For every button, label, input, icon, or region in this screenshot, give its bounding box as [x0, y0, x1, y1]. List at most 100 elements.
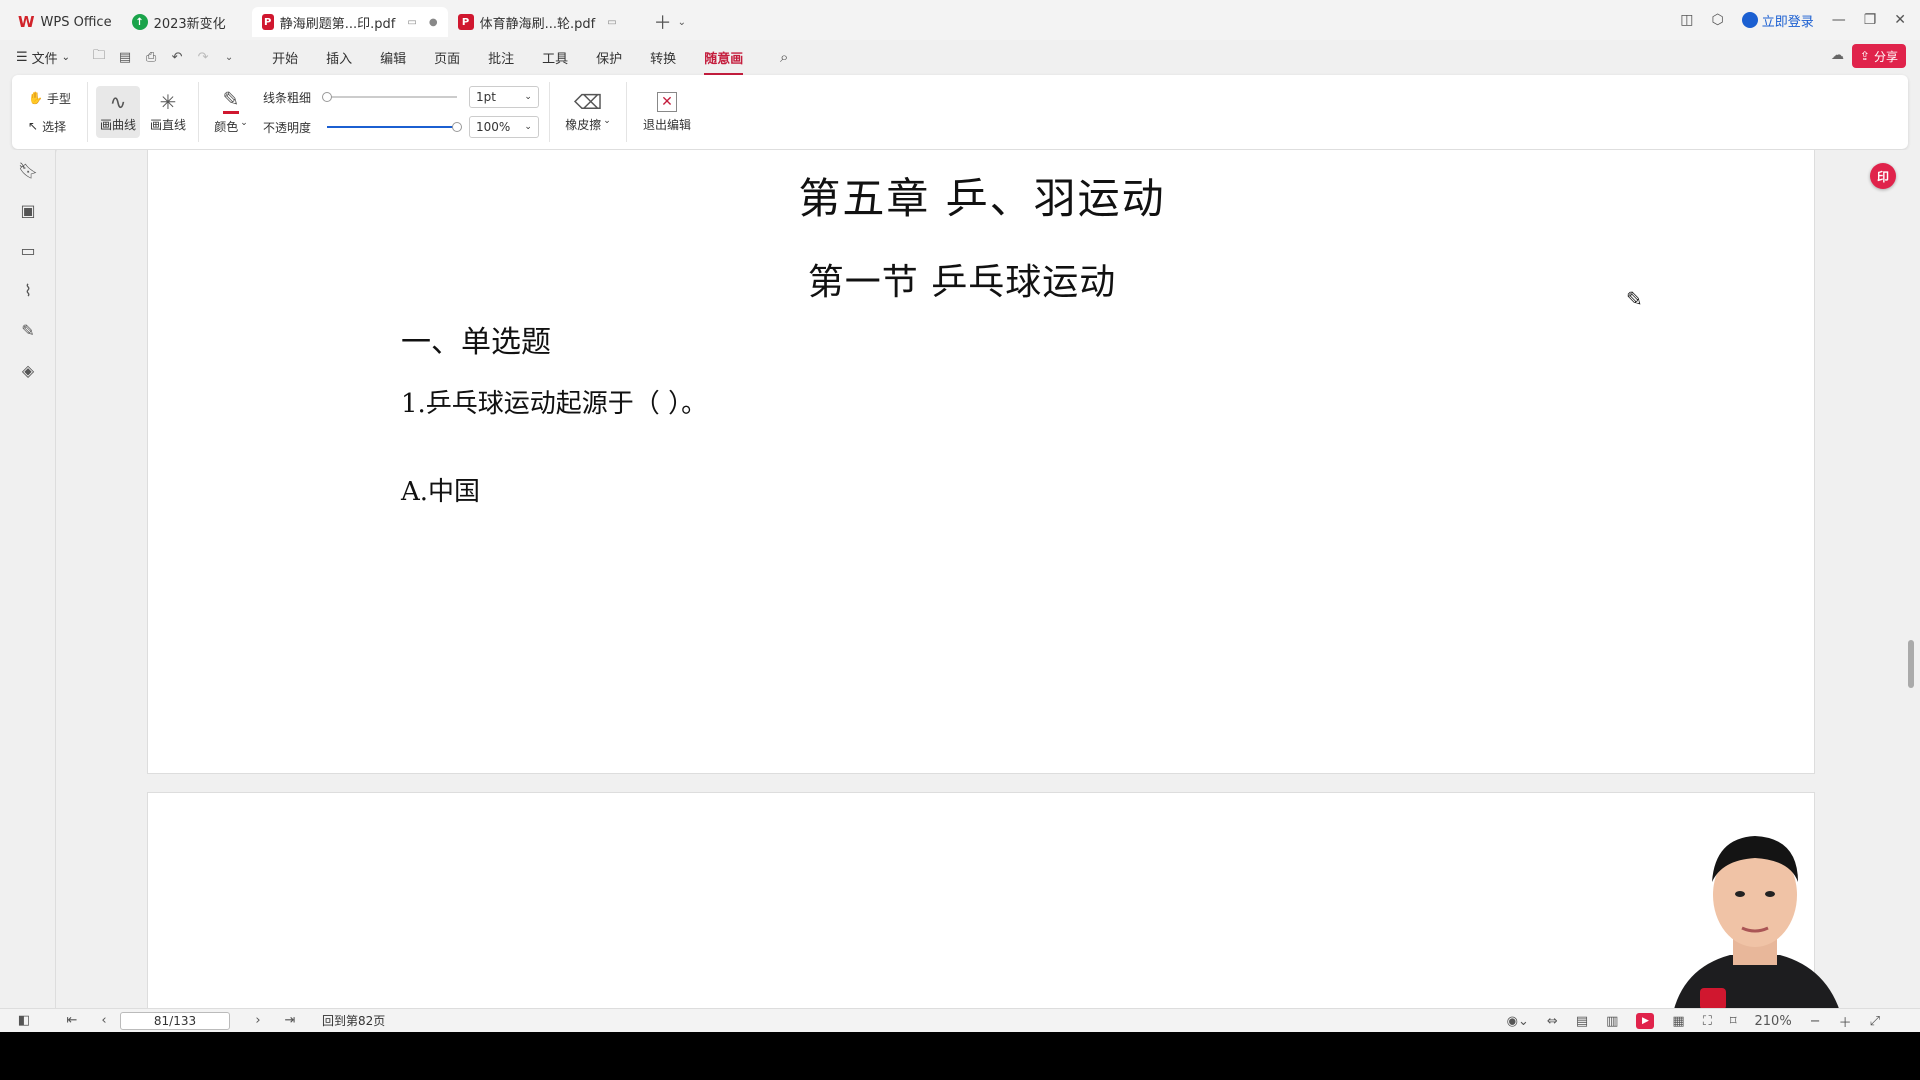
layout-icon[interactable]: ◫ — [1680, 12, 1693, 28]
draw-line-button[interactable]: ✳ 画直线 — [146, 86, 190, 138]
left-sidebar: 🔖︎ ▣ ▭ ⌇ ✎ ◈ — [0, 150, 56, 1010]
presenter-figure — [1670, 836, 1845, 1032]
line-width-select[interactable]: 1pt ⌄ — [468, 86, 539, 108]
cube-icon[interactable]: ⬡ — [1711, 12, 1723, 28]
menu-tab-tools[interactable]: 工具 — [542, 44, 568, 71]
page-number-input[interactable]: 81/133 — [120, 1011, 230, 1030]
exit-box-icon: ✕ — [656, 91, 677, 112]
wps-window: W WPS Office ↑ 2023新变化 P 静海刷题第...印.pdf ▭… — [0, 0, 1920, 1032]
fit-page-icon[interactable]: ⛶ — [1703, 1014, 1712, 1029]
last-page-icon[interactable]: ⇥ — [274, 1013, 306, 1028]
line-width-knob[interactable] — [321, 92, 332, 102]
zoom-level[interactable]: 210% — [1755, 1014, 1792, 1029]
folder-icon[interactable]: 🗀 — [90, 48, 108, 66]
fullscreen-icon[interactable]: ⤢ — [1870, 1014, 1880, 1029]
pdf-page-next — [147, 792, 1815, 1010]
eye-icon[interactable]: ◉⌄ — [1507, 1014, 1529, 1029]
exit-edit-label: 退出编辑 — [642, 117, 691, 132]
close-icon[interactable]: ✕ — [1894, 12, 1906, 28]
pen-color-icon: ✎ — [222, 89, 240, 114]
pdf-page: 第五章 乒、羽运动 第一节 乒乓球运动 一、单选题 1.乒乓球运动起源于（ ）。… — [147, 150, 1815, 774]
tab-wps-office[interactable]: W WPS Office — [8, 7, 122, 37]
draw-curve-button[interactable]: ∿ 画曲线 — [95, 86, 140, 138]
curve-icon: ∿ — [109, 89, 127, 114]
thumbnail-icon[interactable]: ▣ — [0, 190, 56, 230]
option-a: A.中国 — [401, 477, 481, 507]
user-icon — [1741, 12, 1758, 28]
tab-2023-changes[interactable]: ↑ 2023新变化 — [122, 7, 252, 37]
undo-icon[interactable]: ↶ — [168, 48, 186, 66]
hand-tool-button[interactable]: ✋ 手型 — [28, 86, 71, 110]
restore-icon[interactable]: ❐ — [1864, 12, 1877, 28]
toggle-sidebar-icon[interactable]: ◧ — [8, 1013, 40, 1028]
monitor-icon[interactable]: ▭ — [607, 17, 616, 28]
tab-pdf-active[interactable]: P 静海刷题第...印.pdf ▭ ● — [251, 7, 448, 37]
file-menu-label: 文件 — [31, 51, 58, 67]
floating-print-badge[interactable]: 印 — [1870, 163, 1896, 189]
vertical-scrollbar[interactable] — [1908, 640, 1914, 688]
login-button[interactable]: 立即登录 — [1741, 11, 1814, 30]
first-page-icon[interactable]: ⇤ — [56, 1013, 88, 1028]
print-icon[interactable]: ⎙ — [142, 48, 160, 66]
login-label: 立即登录 — [1761, 14, 1814, 30]
share-button[interactable]: ⇪ 分享 — [1851, 44, 1906, 68]
opacity-slider[interactable] — [326, 122, 462, 132]
menu-tab-page[interactable]: 页面 — [434, 44, 460, 71]
layers-icon[interactable]: ◈ — [0, 350, 56, 390]
single-page-icon[interactable]: ▤ — [1576, 1014, 1588, 1029]
redo-icon[interactable]: ↷ — [194, 48, 212, 66]
line-width-slider[interactable] — [321, 92, 457, 102]
menu-tab-start[interactable]: 开始 — [272, 44, 298, 71]
color-button[interactable]: ✎ 颜色 ⌄ — [209, 86, 253, 138]
exit-edit-button[interactable]: ✕ 退出编辑 — [635, 86, 699, 138]
opacity-select[interactable]: 100% ⌄ — [468, 116, 539, 138]
back-to-page-link[interactable]: 回到第82页 — [322, 1012, 385, 1029]
select-tool-button[interactable]: ↖ 选择 — [28, 114, 66, 138]
fit-width-icon[interactable]: ⇔ — [1547, 1014, 1558, 1029]
play-icon[interactable]: ▶ — [1636, 1013, 1655, 1029]
chevron-down-icon[interactable]: ⌄ — [678, 17, 686, 28]
bookmark-view-icon[interactable]: ⌑ — [1730, 1014, 1737, 1029]
prev-page-icon[interactable]: ‹ — [88, 1013, 120, 1028]
chevron-down-icon[interactable]: ⌄ — [220, 48, 238, 66]
unsaved-dot-icon[interactable]: ● — [429, 17, 438, 28]
chevron-down-icon: ⌄ — [524, 92, 532, 102]
menu-tab-protect[interactable]: 保护 — [596, 44, 622, 71]
menu-tab-insert[interactable]: 插入 — [326, 44, 352, 71]
two-page-icon[interactable]: ▥ — [1606, 1014, 1618, 1029]
next-page-icon[interactable]: › — [242, 1013, 274, 1028]
cloud-icon[interactable]: ☁ — [1831, 48, 1844, 63]
opacity-knob[interactable] — [451, 122, 462, 132]
zoom-in-icon[interactable]: ＋ — [1839, 1012, 1852, 1031]
comment-icon[interactable]: ▭ — [0, 230, 56, 270]
menu-tab-convert[interactable]: 转换 — [650, 44, 676, 71]
tab-label: 2023新变化 — [153, 16, 226, 32]
bookmark-icon[interactable]: 🔖︎ — [0, 150, 56, 190]
chevron-down-icon: ⌄ — [61, 51, 71, 63]
line-star-icon: ✳ — [159, 89, 177, 114]
cursor-mode-group: ✋ 手型 ↖ 选择 — [12, 82, 88, 142]
signature-icon[interactable]: ✎ — [0, 310, 56, 350]
save-icon[interactable]: ▤ — [116, 48, 134, 66]
eraser-button[interactable]: ⌫ 橡皮擦 ⌄ — [558, 86, 618, 138]
menu-tab-edit[interactable]: 编辑 — [380, 44, 406, 71]
pdf-icon: P — [261, 14, 274, 30]
book-view-icon[interactable]: ▦ — [1672, 1014, 1684, 1029]
attachment-icon[interactable]: ⌇ — [0, 270, 56, 310]
eraser-label: 橡皮擦 — [565, 117, 602, 132]
zoom-out-icon[interactable]: − — [1810, 1014, 1821, 1029]
new-tab-button[interactable]: ＋ ⌄ — [644, 7, 696, 37]
tab-pdf-2[interactable]: P 体育静海刷...轮.pdf ▭ — [448, 7, 644, 37]
search-icon[interactable]: ⌕ — [775, 48, 793, 66]
eraser-label-wrap: 橡皮擦 ⌄ — [565, 116, 611, 133]
minimize-icon[interactable]: — — [1832, 12, 1846, 28]
file-menu[interactable]: ☰ 文件 ⌄ — [16, 48, 70, 67]
menu-bar: ☰ 文件 ⌄ 🗀 ▤ ⎙ ↶ ↷ ⌄ 开始 插入 编辑 页面 批注 工具 保护 … — [0, 40, 1920, 75]
slider-column: 线条粗细 1pt ⌄ 不透明度 100% ⌄ — [263, 85, 539, 139]
menu-tab-freehand[interactable]: 随意画 — [704, 44, 744, 75]
upgrade-icon: ↑ — [131, 14, 148, 30]
menu-tabs: 开始 插入 编辑 页面 批注 工具 保护 转换 随意画 — [258, 44, 757, 75]
monitor-icon[interactable]: ▭ — [407, 17, 416, 28]
line-width-label: 线条粗细 — [262, 90, 311, 105]
menu-tab-annotate[interactable]: 批注 — [488, 44, 514, 71]
